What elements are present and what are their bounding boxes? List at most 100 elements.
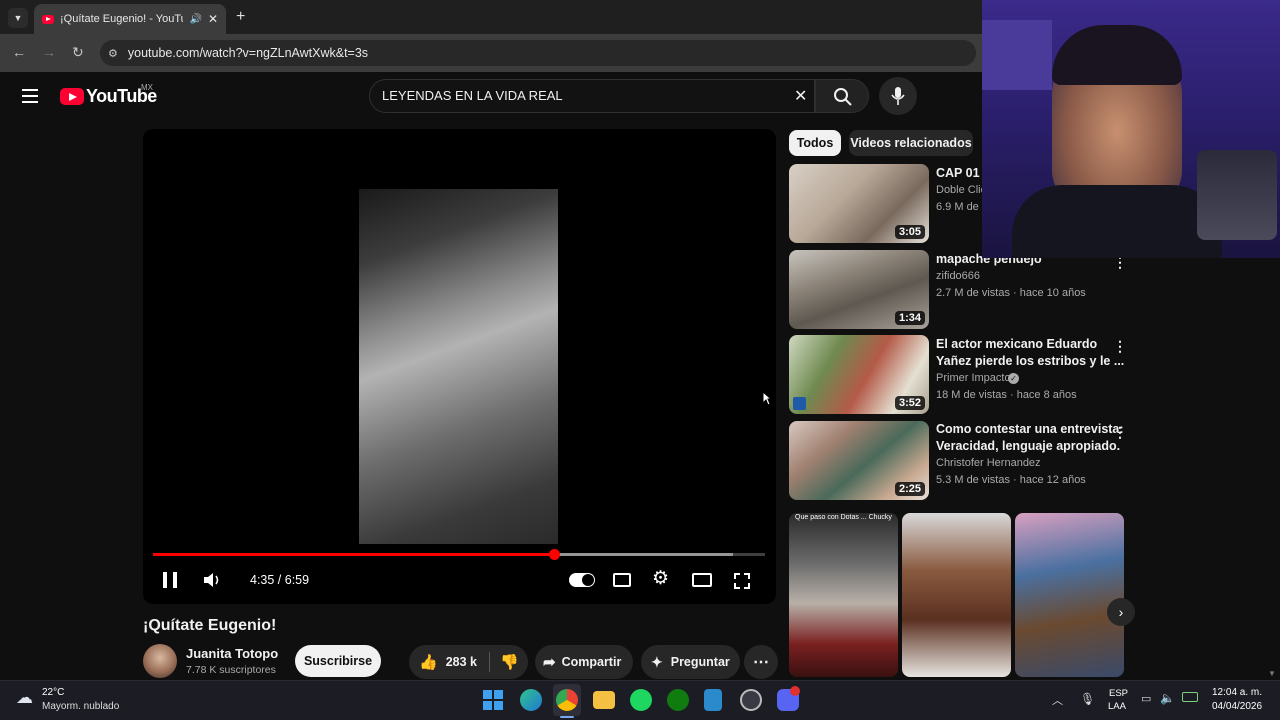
video-title-line2[interactable]: Veracidad, lenguaje apropiado.: [936, 438, 1120, 455]
channel-name[interactable]: Juanita Totopo: [186, 646, 278, 661]
like-divider: [488, 652, 490, 672]
edge-icon[interactable]: [520, 689, 542, 711]
video-thumbnail[interactable]: 3:05: [789, 164, 929, 243]
webcam-microphone: [1197, 150, 1277, 240]
fullscreen-icon[interactable]: [734, 573, 750, 589]
video-title: ¡Quítate Eugenio!: [143, 617, 277, 634]
back-arrow-icon[interactable]: ←: [12, 44, 26, 60]
ask-button[interactable]: ✦ Preguntar: [641, 645, 740, 679]
video-thumbnail[interactable]: 3:52: [789, 335, 929, 414]
volume-icon[interactable]: [203, 572, 221, 588]
settings-gear-icon[interactable]: ⚙: [652, 569, 669, 589]
close-tab-icon[interactable]: ✕: [208, 12, 218, 26]
address-bar[interactable]: ⚙ youtube.com/watch?v=ngZLnAwtXwk&t=3s: [100, 40, 976, 66]
short-thumbnail[interactable]: [1015, 513, 1124, 677]
ask-label: Preguntar: [670, 655, 730, 669]
video-channel[interactable]: Doble Clicl: [936, 184, 989, 196]
tab-search-button[interactable]: ▼: [8, 8, 28, 28]
video-channel[interactable]: Primer Impacto: [936, 372, 1011, 384]
video-frame[interactable]: [359, 189, 558, 544]
video-meta: 18 M de vistas · hace 8 años: [936, 389, 1077, 401]
mic-tray-icon[interactable]: 🎙: [1080, 692, 1095, 706]
video-duration: 2:25: [894, 482, 925, 496]
clock-time[interactable]: 12:04 a. m.: [1212, 687, 1262, 698]
windows-start-icon[interactable]: [483, 690, 503, 710]
video-title-line2[interactable]: Yañez pierde los estribos y le ...: [936, 353, 1124, 370]
like-icon[interactable]: 👍: [419, 653, 438, 671]
reload-icon[interactable]: ↻: [72, 44, 84, 61]
shorts-next-icon[interactable]: ›: [1107, 598, 1135, 626]
obs-icon[interactable]: [740, 689, 762, 711]
short-caption: Que paso con Dotas ... Chucky: [795, 514, 892, 521]
dislike-icon[interactable]: 👎: [500, 653, 519, 671]
video-title[interactable]: CAP 01 -: [936, 165, 987, 182]
video-menu-icon[interactable]: ⋮: [1113, 338, 1127, 355]
chip-all[interactable]: Todos: [789, 130, 841, 156]
video-channel[interactable]: Christofer Hernandez: [936, 457, 1041, 469]
video-thumbnail[interactable]: 1:34: [789, 250, 929, 329]
like-count[interactable]: 283 k: [446, 655, 477, 669]
microphone-icon: [891, 87, 905, 105]
video-title[interactable]: El actor mexicano Eduardo: [936, 336, 1097, 353]
video-meta: 5.3 M de vistas · hace 12 años: [936, 474, 1086, 486]
audio-playing-icon[interactable]: 🔊: [189, 14, 201, 25]
browser-tab[interactable]: ¡Quítate Eugenio! - YouTube 🔊 ✕: [34, 4, 226, 34]
time-display: 4:35 / 6:59: [250, 573, 310, 587]
network-icon[interactable]: ▭: [1141, 692, 1151, 705]
channel-avatar[interactable]: [143, 644, 177, 678]
active-app-indicator: [560, 716, 574, 718]
search-button[interactable]: [815, 79, 869, 113]
share-button[interactable]: ➦ Compartir: [535, 645, 633, 679]
video-channel[interactable]: zifido666: [936, 270, 980, 282]
chip-related[interactable]: Videos relacionados: [849, 130, 973, 156]
new-tab-button[interactable]: +: [236, 8, 245, 26]
xbox-icon[interactable]: [667, 689, 689, 711]
forward-arrow-icon[interactable]: →: [42, 44, 56, 60]
mouse-cursor-icon: [762, 391, 772, 406]
subscriber-count: 7.78 K suscriptores: [186, 664, 276, 676]
input-language[interactable]: ESP: [1109, 688, 1128, 699]
scrubber-handle[interactable]: [549, 549, 560, 560]
video-thumbnail[interactable]: 2:25: [789, 421, 929, 500]
weather-cloud-icon[interactable]: ☁: [16, 688, 33, 708]
speaker-icon[interactable]: 🔈: [1160, 691, 1175, 705]
short-thumbnail[interactable]: Que paso con Dotas ... Chucky: [789, 513, 898, 677]
battery-icon[interactable]: [1182, 692, 1198, 702]
more-actions-icon[interactable]: ⋯: [744, 645, 778, 679]
channel-badge-icon: [793, 397, 806, 410]
share-arrow-icon: ➦: [543, 654, 556, 671]
clock-date[interactable]: 04/04/2026: [1212, 701, 1262, 712]
region-code: MX: [141, 83, 153, 92]
file-explorer-icon[interactable]: [593, 691, 615, 709]
video-duration: 1:34: [894, 311, 925, 325]
youtube-favicon-icon: [42, 14, 54, 24]
search-input[interactable]: LEYENDAS EN LA VIDA REAL: [382, 88, 563, 103]
scroll-down-icon[interactable]: ▼: [1268, 669, 1276, 678]
chrome-icon[interactable]: [556, 689, 578, 711]
spotify-icon[interactable]: [630, 689, 652, 711]
subscribe-button[interactable]: Suscribirse: [295, 645, 381, 677]
video-title[interactable]: Como contestar una entrevista:: [936, 421, 1124, 438]
input-layout[interactable]: LAA: [1108, 701, 1126, 712]
url-text: youtube.com/watch?v=ngZLnAwtXwk&t=3s: [127, 46, 369, 60]
pause-icon[interactable]: [163, 572, 177, 588]
youtube-logo-icon[interactable]: [60, 88, 84, 105]
short-thumbnail[interactable]: [902, 513, 1011, 677]
theater-mode-icon[interactable]: [692, 573, 712, 587]
clear-search-icon[interactable]: ✕: [794, 86, 807, 106]
search-icon: [834, 88, 852, 106]
notepad-icon[interactable]: [704, 689, 722, 711]
video-meta: 2.7 M de vistas · hace 10 años: [936, 287, 1086, 299]
site-info-icon[interactable]: ⚙: [108, 47, 118, 60]
voice-search-button[interactable]: [879, 77, 917, 115]
hidden-icons-chevron-icon[interactable]: ︿: [1052, 692, 1063, 708]
video-menu-icon[interactable]: ⋮: [1113, 424, 1127, 441]
sparkle-icon: ✦: [651, 653, 663, 670]
weather-condition[interactable]: Mayorm. nublado: [42, 701, 119, 712]
webcam-person-hair: [1052, 25, 1182, 85]
menu-icon[interactable]: [22, 89, 38, 103]
video-duration: 3:52: [894, 396, 925, 410]
subtitles-icon[interactable]: [613, 573, 631, 587]
autoplay-toggle[interactable]: [569, 573, 595, 587]
weather-temperature[interactable]: 22°C: [42, 687, 64, 698]
